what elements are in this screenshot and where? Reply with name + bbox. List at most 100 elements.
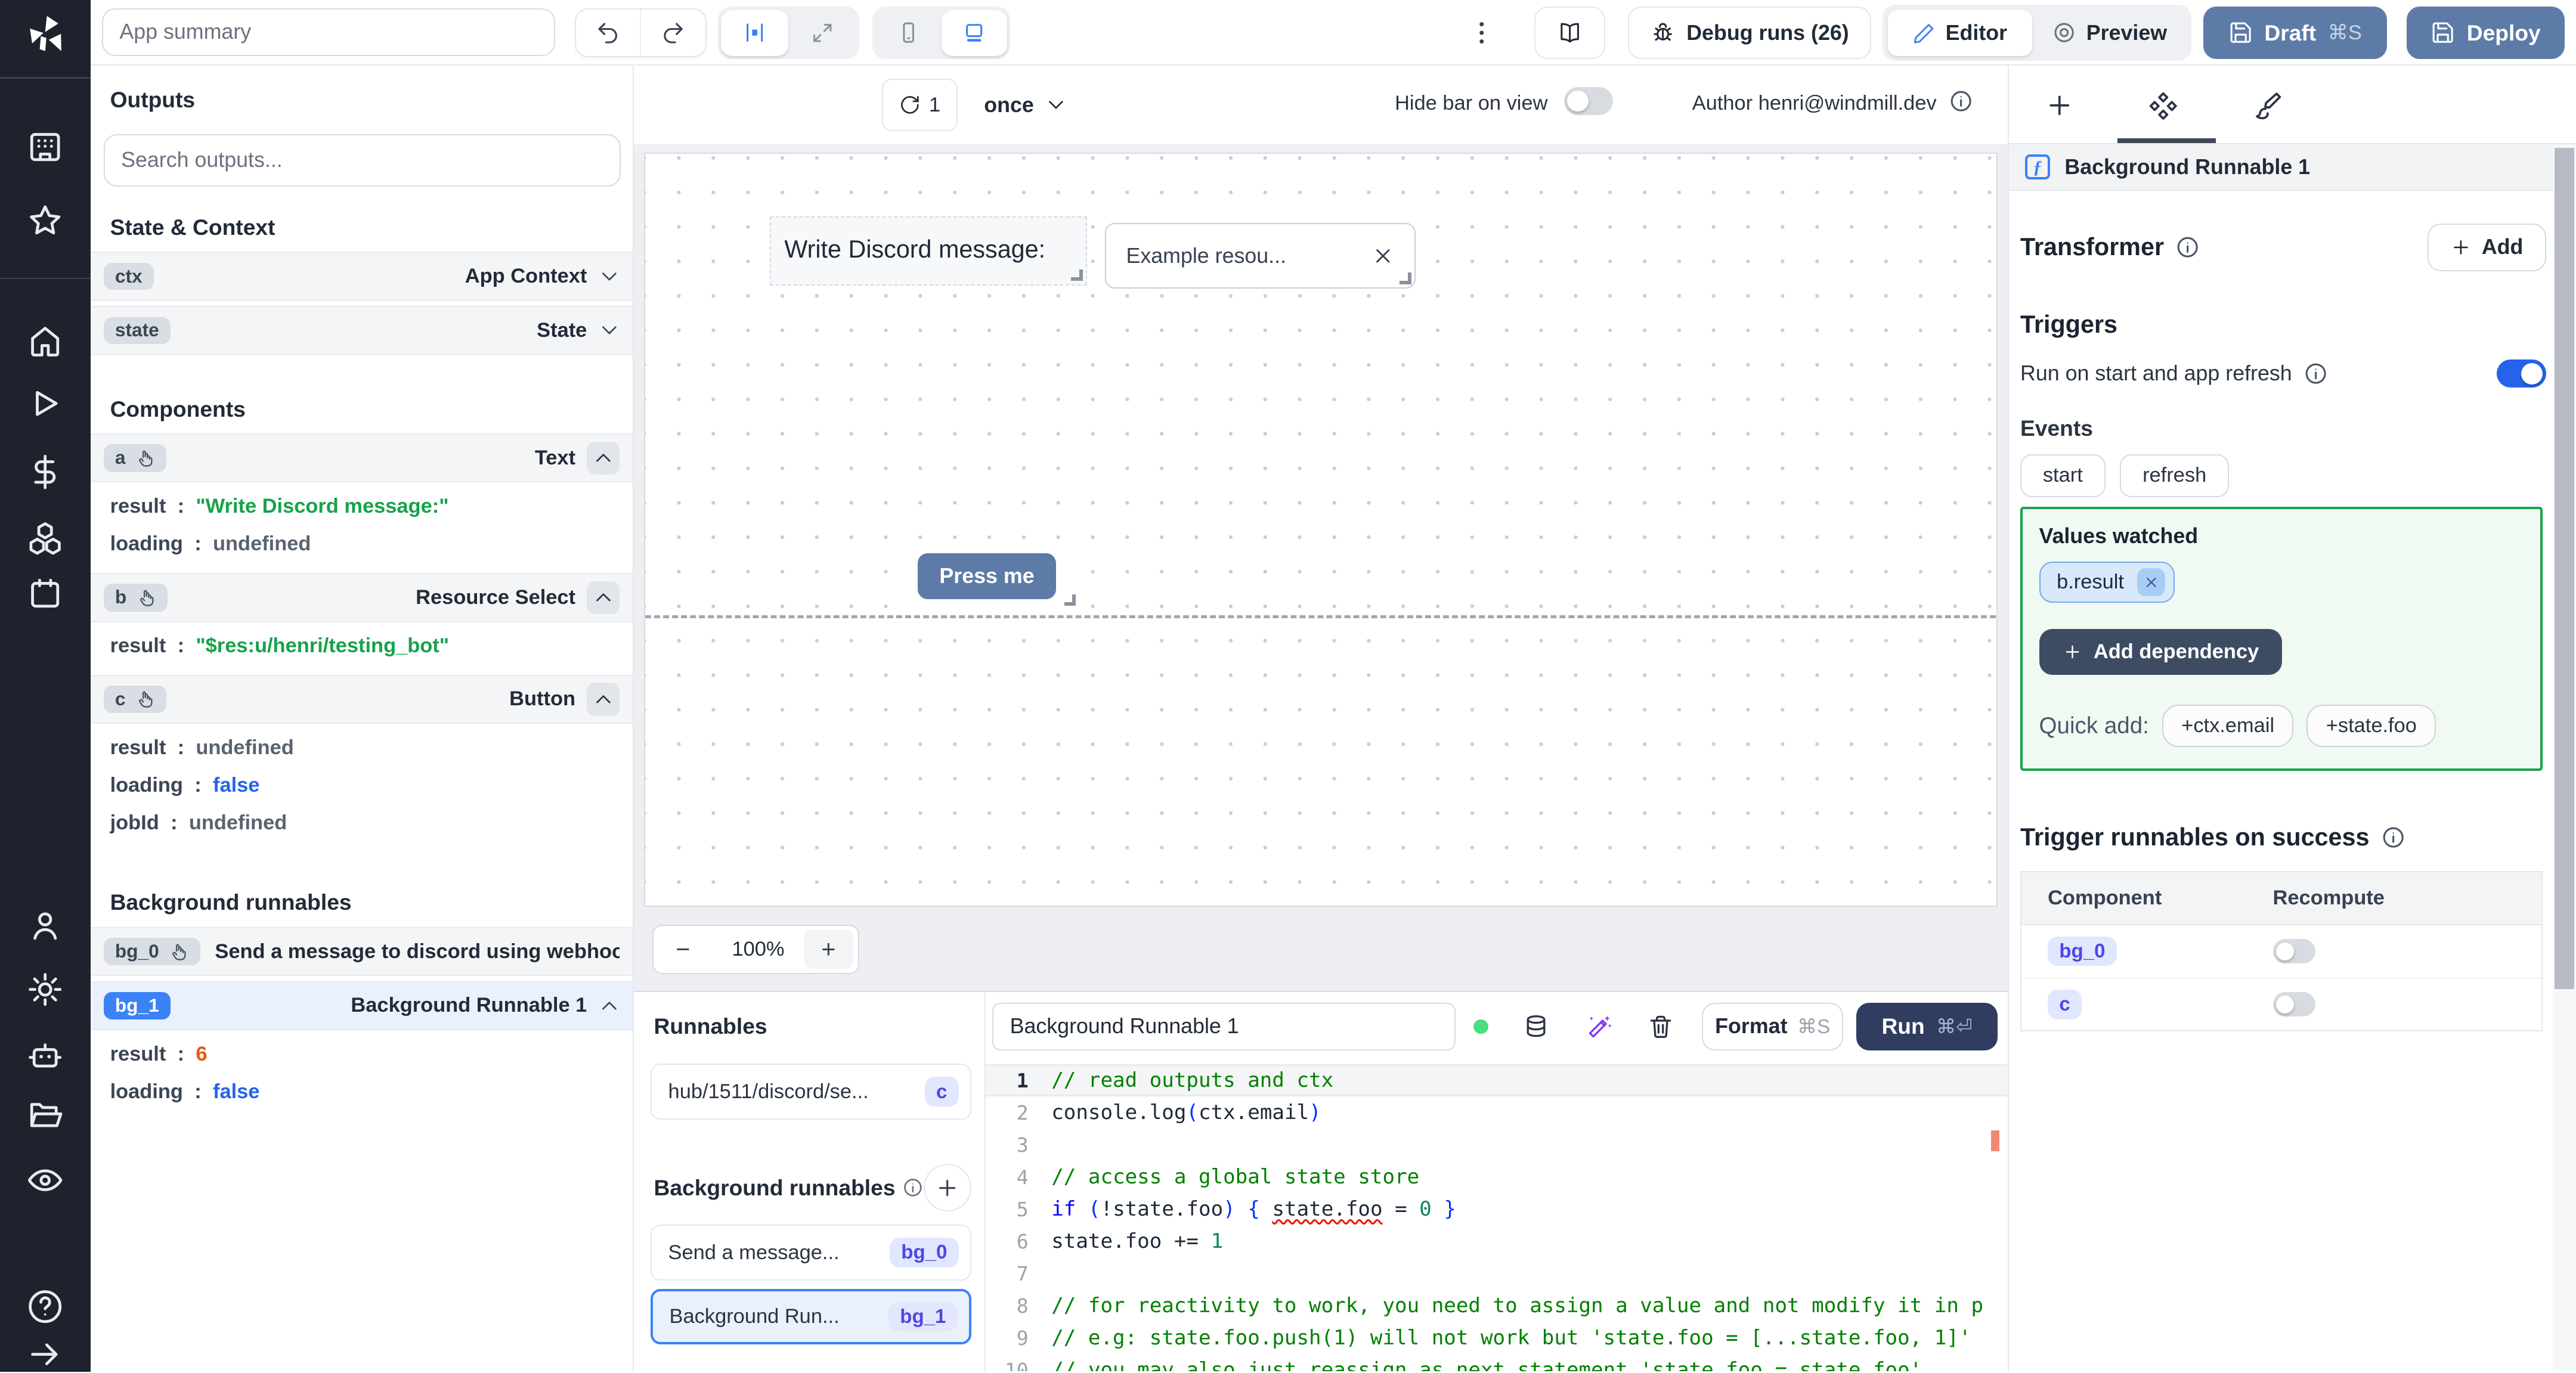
code-line[interactable]: 7	[986, 1257, 2008, 1290]
draft-button[interactable]: Draft ⌘S	[2203, 7, 2388, 60]
tab-preview[interactable]: Preview	[2032, 10, 2187, 56]
runnable-name-input[interactable]	[992, 1002, 1456, 1050]
chevron-up-button[interactable]	[587, 683, 620, 716]
zoom-out-button[interactable]: −	[654, 935, 713, 963]
chevron-up-button[interactable]	[587, 441, 620, 475]
audit-logs-eye-icon[interactable]	[26, 1161, 64, 1199]
component-id-badge[interactable]: bg_0	[103, 937, 200, 966]
desktop-view-button[interactable]	[941, 10, 1007, 56]
styling-tab[interactable]	[2253, 91, 2283, 120]
workspace-icon[interactable]	[26, 128, 64, 166]
info-icon[interactable]	[2381, 825, 2405, 850]
run-on-start-toggle[interactable]	[2496, 359, 2546, 388]
resize-handle[interactable]	[1064, 594, 1076, 606]
code-line[interactable]: 10// you may also just reassign as next …	[986, 1354, 2008, 1371]
text-component[interactable]: Write Discord message:	[770, 216, 1088, 286]
trash-icon[interactable]	[1648, 1014, 1674, 1040]
code-line[interactable]: 5 if (!state.foo) { state.foo = 0 }	[986, 1193, 2008, 1225]
home-icon[interactable]	[26, 322, 64, 359]
docs-button[interactable]	[1534, 7, 1605, 60]
button-component-cell[interactable]: Press me	[894, 543, 1079, 609]
magic-wand-icon[interactable]	[1587, 1014, 1613, 1040]
code-line[interactable]: 2 console.log(ctx.email)	[986, 1096, 2008, 1129]
add-background-runnable-button[interactable]	[924, 1164, 971, 1212]
app-summary-input[interactable]	[101, 8, 556, 56]
code-line[interactable]: 6 state.foo += 1	[986, 1225, 2008, 1257]
resize-handle[interactable]	[1071, 269, 1083, 281]
component-id-badge[interactable]: state	[103, 317, 171, 345]
background-runnable-item[interactable]: Send a message... bg_0	[651, 1225, 971, 1281]
windmill-logo-icon[interactable]	[23, 11, 67, 55]
info-icon[interactable]	[2303, 361, 2328, 386]
component-settings-tab[interactable]	[2148, 91, 2178, 120]
tab-editor[interactable]: Editor	[1887, 10, 2033, 56]
chevron-up-button[interactable]	[587, 581, 620, 614]
format-button[interactable]: Format ⌘S	[1702, 1002, 1844, 1050]
settings-gear-icon[interactable]	[26, 971, 64, 1008]
scrollbar-thumb[interactable]	[2555, 147, 2575, 989]
recompute-toggle[interactable]	[2272, 992, 2316, 1017]
code-line[interactable]: 8// for reactivity to work, you need to …	[986, 1290, 2008, 1322]
event-pill[interactable]: start	[2020, 454, 2106, 497]
hide-bar-toggle[interactable]	[1563, 87, 1614, 115]
component-id-badge[interactable]: c	[103, 685, 167, 714]
component-id-badge[interactable]: b	[103, 583, 168, 612]
app-canvas[interactable]: Write Discord message: Example resou... …	[643, 153, 1998, 907]
deploy-button[interactable]: Deploy	[2407, 7, 2565, 60]
component-badge[interactable]: c	[2048, 990, 2082, 1019]
debug-runs-button[interactable]: Debug runs (26)	[1628, 7, 1872, 60]
output-group-header[interactable]: state State	[90, 305, 633, 355]
scrollbar-track[interactable]	[2553, 144, 2576, 1372]
component-id-badge[interactable]: a	[103, 444, 167, 472]
output-group-header[interactable]: bg_0 Send a message to discord using webh…	[90, 926, 633, 977]
mobile-view-button[interactable]	[875, 10, 941, 56]
undo-button[interactable]	[576, 10, 640, 57]
variables-icon[interactable]	[26, 453, 64, 491]
quick-add-pill[interactable]: +ctx.email	[2162, 704, 2294, 748]
favorites-star-icon[interactable]	[26, 202, 64, 240]
background-runnable-item[interactable]: Background Run... bg_1	[651, 1288, 971, 1345]
code-line[interactable]: 1// read outputs and ctx	[986, 1064, 2008, 1097]
app-height-boundary[interactable]	[645, 615, 1996, 618]
database-icon[interactable]	[1523, 1014, 1549, 1040]
recompute-toggle[interactable]	[2272, 939, 2316, 964]
runnable-item[interactable]: hub/1511/discord/se... c	[651, 1064, 971, 1120]
component-id-badge[interactable]: ctx	[103, 262, 154, 290]
schedule-mode-dropdown[interactable]: once	[984, 79, 1067, 131]
refresh-count-button[interactable]: 1	[882, 79, 958, 132]
add-dependency-button[interactable]: Add dependency	[2039, 629, 2283, 675]
zoom-in-button[interactable]: +	[804, 929, 853, 969]
center-layout-button[interactable]	[721, 10, 789, 56]
more-menu-button[interactable]	[1467, 13, 1497, 52]
resize-handle[interactable]	[1400, 272, 1411, 284]
info-icon[interactable]	[902, 1177, 924, 1198]
user-icon[interactable]	[26, 907, 64, 944]
output-group-header[interactable]: a Text	[90, 433, 633, 483]
info-icon[interactable]	[1949, 89, 1973, 113]
output-group-header[interactable]: b Resource Select	[90, 572, 633, 622]
search-outputs-input[interactable]	[103, 134, 621, 187]
press-me-button[interactable]: Press me	[918, 553, 1056, 599]
remove-watched-value-button[interactable]	[2137, 568, 2165, 596]
event-pill[interactable]: refresh	[2120, 454, 2230, 497]
output-group-header[interactable]: bg_1 Background Runnable 1	[90, 981, 633, 1031]
info-icon[interactable]	[2175, 235, 2200, 259]
code-line[interactable]: 3	[986, 1129, 2008, 1161]
quick-add-pill[interactable]: +state.foo	[2306, 704, 2436, 748]
schedules-icon[interactable]	[26, 575, 64, 612]
resources-icon[interactable]	[26, 519, 64, 557]
code-line[interactable]: 9// e.g: state.foo.push(1) will not work…	[986, 1322, 2008, 1354]
output-group-header[interactable]: c Button	[90, 674, 633, 724]
code-editor[interactable]: 1// read outputs and ctx 2 console.log(ctx…	[986, 1061, 2008, 1372]
output-group-header[interactable]: ctx App Context	[90, 252, 633, 301]
redo-button[interactable]	[640, 9, 705, 57]
folders-icon[interactable]	[26, 1096, 64, 1133]
runs-icon[interactable]	[26, 385, 64, 422]
fullscreen-layout-button[interactable]	[788, 10, 856, 56]
add-transformer-button[interactable]: Add	[2428, 223, 2546, 271]
workers-robot-icon[interactable]	[26, 1036, 64, 1074]
help-icon[interactable]	[26, 1288, 64, 1325]
resource-select-component[interactable]: Example resou...	[1105, 222, 1416, 289]
insert-component-tab[interactable]	[2045, 91, 2075, 120]
run-button[interactable]: Run ⌘⏎	[1856, 1002, 1998, 1050]
